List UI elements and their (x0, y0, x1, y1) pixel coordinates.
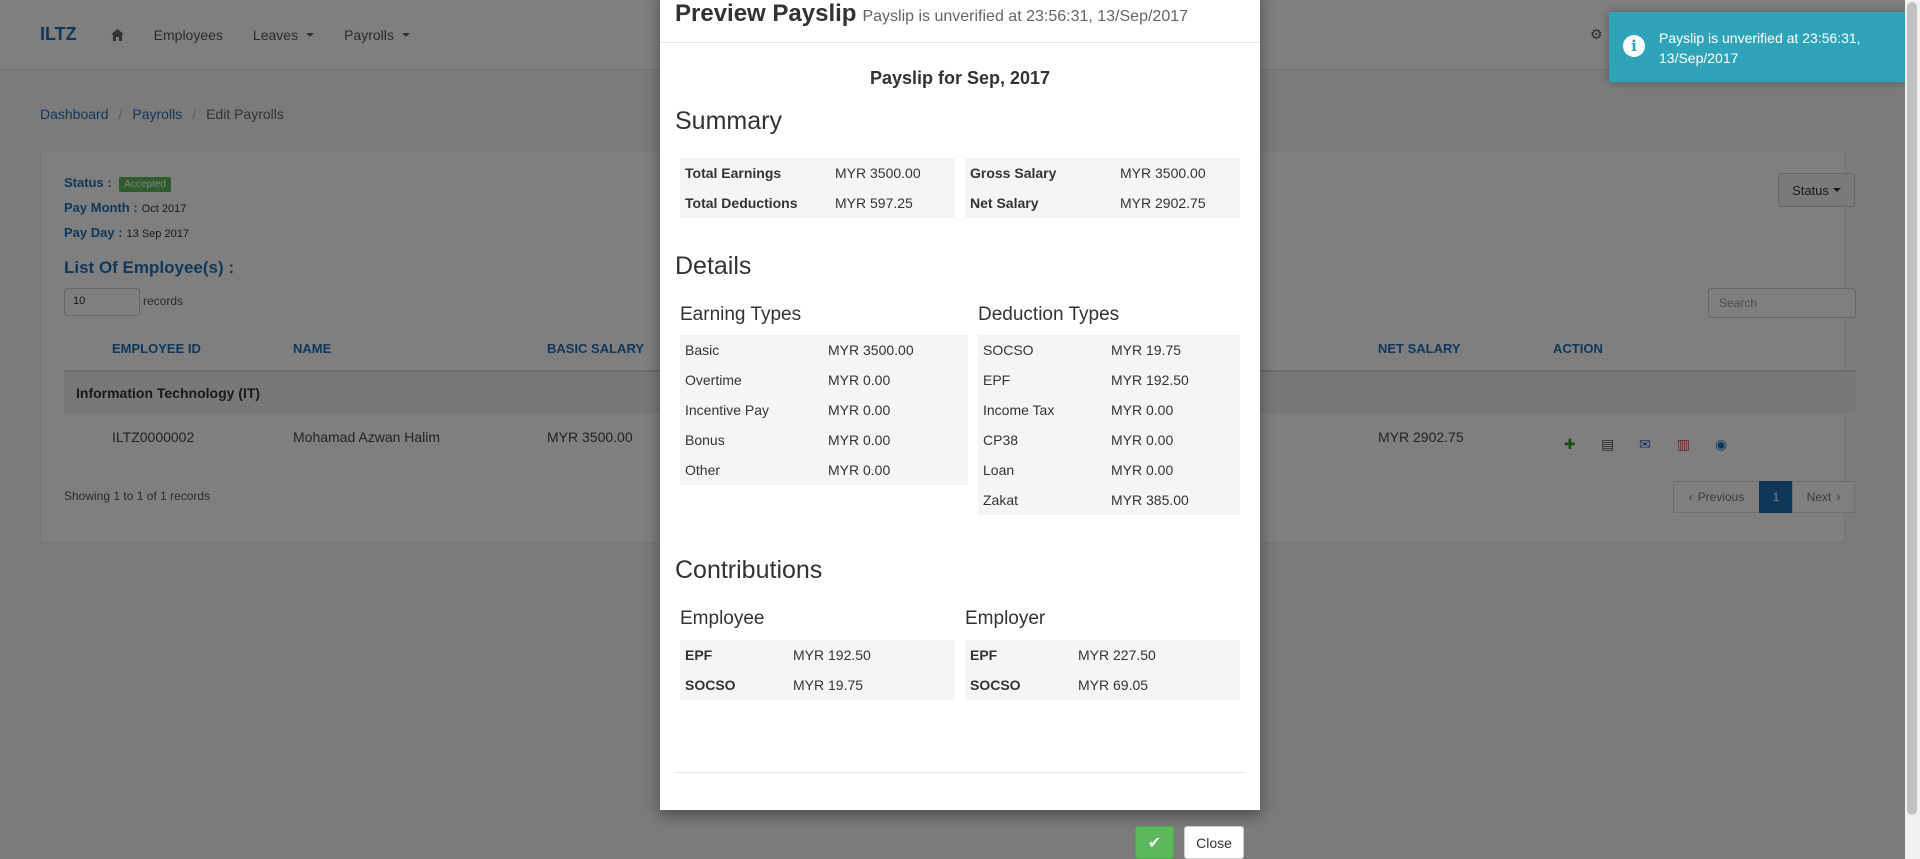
deduction-label: SOCSO (983, 342, 1034, 358)
confirm-button[interactable]: ✔ (1135, 826, 1174, 859)
summary-row: Gross Salary MYR 3500.00 (965, 158, 1240, 188)
earning-row: Incentive Pay MYR 0.00 (680, 395, 968, 425)
scrollbar-thumb[interactable] (1907, 2, 1917, 815)
earning-label: Bonus (685, 432, 725, 448)
net-salary-value: MYR 2902.75 (1120, 195, 1206, 211)
summary-row: Total Earnings MYR 3500.00 (680, 158, 955, 188)
deduction-row: Loan MYR 0.00 (978, 455, 1240, 485)
modal-subtitle: Payslip is unverified at 23:56:31, 13/Se… (862, 8, 1189, 25)
summary-title: Summary (675, 107, 782, 135)
info-icon: i (1623, 35, 1645, 57)
summary-row: Net Salary MYR 2902.75 (965, 188, 1240, 218)
net-salary-label: Net Salary (970, 195, 1039, 211)
deduction-types-title: Deduction Types (978, 304, 1120, 325)
payslip-modal: Preview Payslip Payslip is unverified at… (660, 0, 1260, 810)
deduction-label: Loan (983, 462, 1015, 478)
earning-label: Other (685, 462, 721, 478)
contrib-label: EPF (685, 647, 713, 663)
deduction-value: MYR 0.00 (1111, 402, 1174, 418)
contrib-label: SOCSO (685, 677, 736, 693)
total-earnings-value: MYR 3500.00 (835, 165, 921, 181)
total-deductions-label: Total Deductions (685, 195, 798, 211)
contrib-value: MYR 227.50 (1078, 647, 1156, 663)
contrib-value: MYR 192.50 (793, 647, 871, 663)
gross-salary-label: Gross Salary (970, 165, 1057, 181)
total-deductions-value: MYR 597.25 (835, 195, 913, 211)
earning-row: Other MYR 0.00 (680, 455, 968, 485)
deduction-value: MYR 0.00 (1111, 462, 1174, 478)
deduction-row: SOCSO MYR 19.75 (978, 335, 1240, 365)
employer-contrib-title: Employer (965, 608, 1046, 629)
earning-label: Incentive Pay (685, 402, 770, 418)
notification-toast[interactable]: i Payslip is unverified at 23:56:31, 13/… (1609, 12, 1908, 82)
employee-contrib-table: EPF MYR 192.50 SOCSO MYR 19.75 (680, 640, 955, 700)
contrib-row: SOCSO MYR 19.75 (680, 670, 955, 700)
contributions-title: Contributions (675, 556, 823, 584)
employee-contrib-title: Employee (680, 608, 765, 629)
contrib-label: SOCSO (970, 677, 1021, 693)
summary-row: Total Deductions MYR 597.25 (680, 188, 955, 218)
contrib-row: EPF MYR 192.50 (680, 640, 955, 670)
deduction-label: CP38 (983, 432, 1019, 448)
contrib-row: EPF MYR 227.50 (965, 640, 1240, 670)
close-button[interactable]: Close (1184, 826, 1244, 859)
modal-title: Preview Payslip (675, 0, 857, 27)
earning-label: Overtime (685, 372, 742, 388)
deduction-row: CP38 MYR 0.00 (978, 425, 1240, 455)
deduction-label: Zakat (983, 492, 1019, 508)
contrib-row: SOCSO MYR 69.05 (965, 670, 1240, 700)
deductions-table: SOCSO MYR 19.75 EPF MYR 192.50 Income Tax M… (978, 335, 1240, 515)
payslip-title: Payslip for Sep, 2017 (869, 68, 1051, 88)
deduction-row: EPF MYR 192.50 (978, 365, 1240, 395)
earning-value: MYR 0.00 (828, 432, 891, 448)
deduction-value: MYR 0.00 (1111, 432, 1174, 448)
deduction-row: Zakat MYR 385.00 (978, 485, 1240, 515)
earning-label: Basic (685, 342, 720, 358)
earning-value: MYR 3500.00 (828, 342, 914, 358)
deduction-value: MYR 385.00 (1111, 492, 1189, 508)
deduction-value: MYR 19.75 (1111, 342, 1182, 358)
toast-message: Payslip is unverified at 23:56:31, 13/Se… (1659, 30, 1861, 66)
earning-value: MYR 0.00 (828, 372, 891, 388)
earning-value: MYR 0.00 (828, 402, 891, 418)
check-icon: ✔ (1147, 834, 1162, 852)
gross-salary-value: MYR 3500.00 (1120, 165, 1206, 181)
contrib-label: EPF (970, 647, 998, 663)
earning-row: Overtime MYR 0.00 (680, 365, 968, 395)
earning-types-title: Earning Types (680, 304, 802, 325)
earning-value: MYR 0.00 (828, 462, 891, 478)
earnings-table: Basic MYR 3500.00 Overtime MYR 0.00 Incent… (680, 335, 968, 485)
details-title: Details (675, 252, 752, 280)
deduction-value: MYR 192.50 (1111, 372, 1189, 388)
earning-row: Bonus MYR 0.00 (680, 425, 968, 455)
earning-row: Basic MYR 3500.00 (680, 335, 968, 365)
contrib-value: MYR 19.75 (793, 677, 864, 693)
modal-header-divider (660, 42, 1260, 43)
contrib-value: MYR 69.05 (1078, 677, 1149, 693)
modal-header: Preview Payslip Payslip is unverified at… (675, 0, 1188, 33)
summary-right-table: Gross Salary MYR 3500.00 Net Salary MYR … (965, 158, 1240, 218)
deduction-label: EPF (983, 372, 1011, 388)
summary-left-table: Total Earnings MYR 3500.00 Total Deducti… (680, 158, 955, 218)
employer-contrib-table: EPF MYR 227.50 SOCSO MYR 69.05 (965, 640, 1240, 700)
deduction-label: Income Tax (983, 402, 1055, 418)
modal-body-divider (675, 772, 1245, 773)
deduction-row: Income Tax MYR 0.00 (978, 395, 1240, 425)
total-earnings-label: Total Earnings (685, 165, 782, 181)
